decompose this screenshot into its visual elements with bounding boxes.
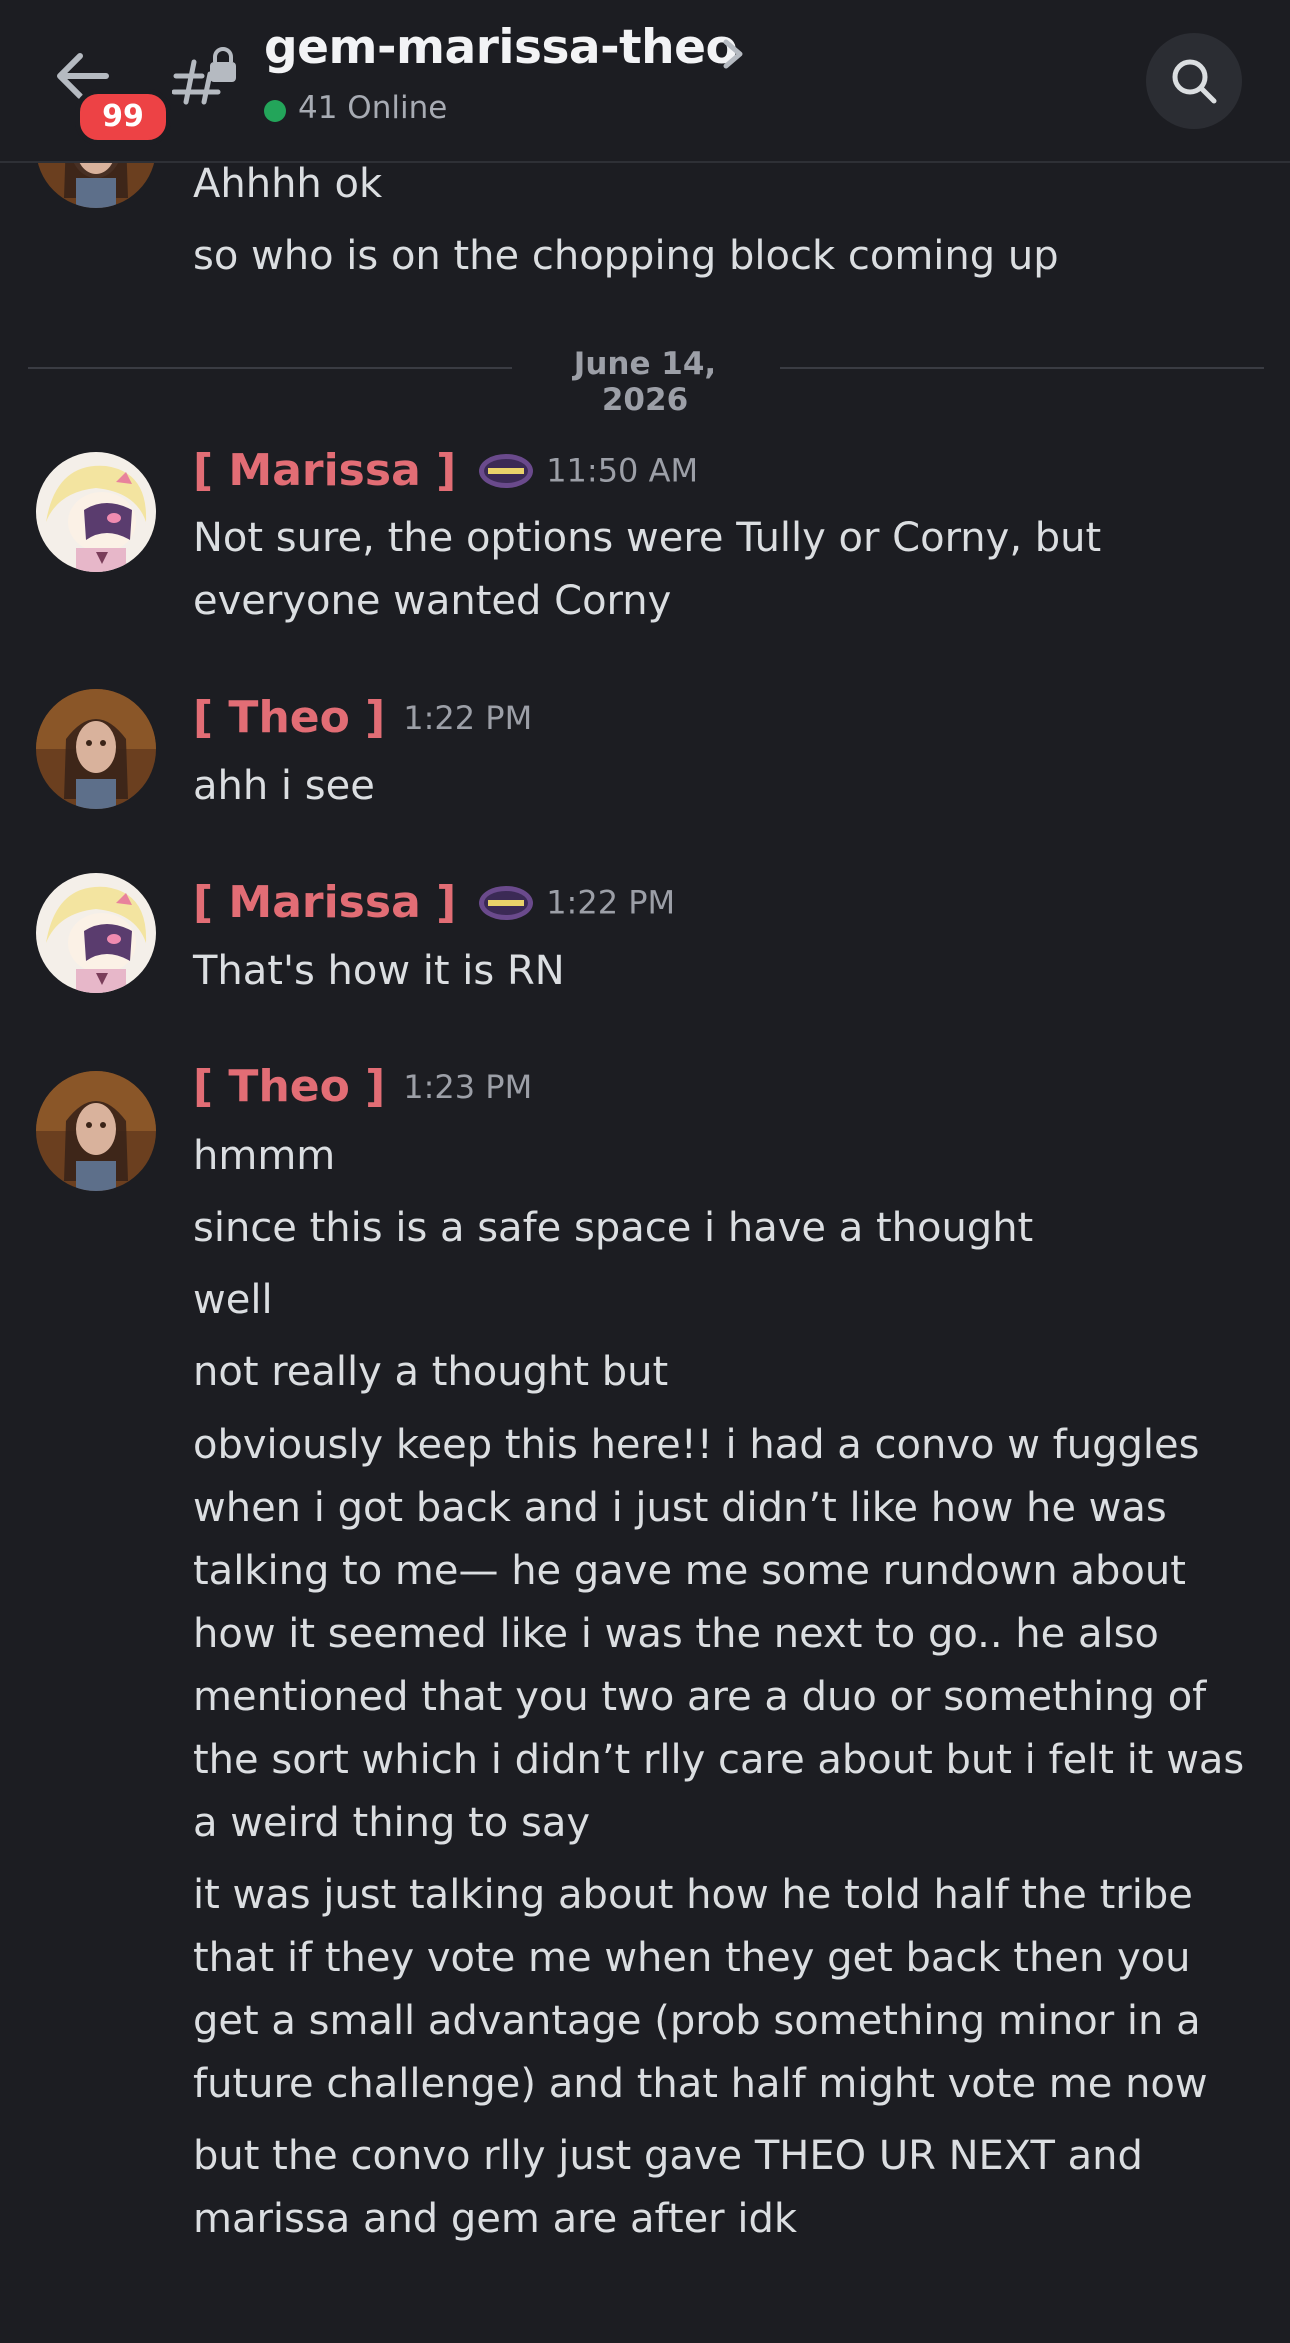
message-timestamp: 1:23 PM (403, 1067, 533, 1106)
author-name[interactable]: [ Theo ] (193, 1061, 385, 1112)
avatar-marissa[interactable] (36, 873, 156, 993)
author-name[interactable]: [ Theo ] (193, 692, 385, 743)
chevron-right-icon[interactable] (718, 34, 748, 78)
message-line: so who is on the chopping block coming u… (193, 233, 1059, 279)
message-line: but the convo rlly just gave THEO UR NEX… (193, 2133, 1143, 2179)
message-line: talking to me— he gave me some rundown a… (193, 1548, 1186, 1594)
avatar-theo[interactable] (36, 689, 156, 809)
message-header: [ Marissa ] 11:50 AM (193, 445, 698, 505)
role-badge-icon (478, 453, 534, 489)
message-line: That's how it is RN (193, 948, 565, 994)
author-name[interactable]: [ Marissa ] (193, 445, 456, 496)
message-header: [ Theo ] 1:22 PM (193, 692, 532, 752)
author-name[interactable]: [ Marissa ] (193, 877, 456, 928)
role-badge-icon (478, 885, 534, 921)
message-timestamp: 1:22 PM (546, 883, 676, 922)
message-line: how it seemed like i was the next to go.… (193, 1611, 1159, 1657)
avatar-marissa[interactable] (36, 452, 156, 572)
message-line: not really a thought but (193, 1349, 669, 1395)
locked-hashtag-icon (171, 46, 238, 112)
message-line: future challenge) and that half might vo… (193, 2061, 1208, 2107)
search-button[interactable] (1146, 33, 1242, 129)
message-timestamp: 11:50 AM (546, 451, 699, 490)
date-divider-right (780, 367, 1264, 369)
message-line: mentioned that you two are a duo or some… (193, 1674, 1207, 1720)
online-count: 41 Online (298, 90, 448, 126)
avatar-theo[interactable] (36, 1071, 156, 1191)
message-line: since this is a safe space i have a thou… (193, 1205, 1034, 1251)
message-line: marissa and gem are after idk (193, 2196, 798, 2242)
message-header: [ Marissa ] 1:22 PM (193, 877, 675, 937)
date-divider-label: June 14, 2026 (573, 346, 717, 418)
message-line: hmmm (193, 1133, 336, 1179)
online-status-dot (264, 100, 286, 122)
channel-name[interactable]: gem-marissa-theo (264, 20, 738, 75)
message-line: a weird thing to say (193, 1800, 591, 1846)
message-line: ahh i see (193, 763, 375, 809)
message-line: it was just talking about how he told ha… (193, 1872, 1193, 1918)
message-line: get a small advantage (prob something mi… (193, 1998, 1201, 2044)
message-line: that if they vote me when they get back … (193, 1935, 1191, 1981)
unread-badge: 99 (75, 89, 171, 145)
message-line: everyone wanted Corny (193, 578, 672, 624)
date-divider-left (28, 367, 512, 369)
message-header: [ Theo ] 1:23 PM (193, 1061, 532, 1121)
channel-header: 99 gem-marissa-theo 41 Online (0, 0, 1290, 163)
message-line: Not sure, the options were Tully or Corn… (193, 515, 1102, 561)
search-icon (1172, 59, 1217, 104)
message-line: the sort which i didn’t rlly care about … (193, 1737, 1245, 1783)
message-line: when i got back and i just didn’t like h… (193, 1485, 1167, 1531)
message-timestamp: 1:22 PM (403, 698, 533, 737)
message-line: well (193, 1277, 273, 1323)
message-line: obviously keep this here!! i had a convo… (193, 1422, 1200, 1468)
